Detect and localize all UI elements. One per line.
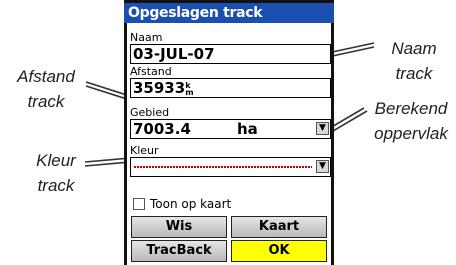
callout-line: track bbox=[395, 64, 433, 83]
area-unit: ha bbox=[237, 120, 258, 138]
color-dropdown-button[interactable]: ▼ bbox=[316, 160, 329, 173]
callout-line: Kleur bbox=[36, 151, 76, 170]
callout-name-track: Naam track bbox=[384, 36, 444, 86]
show-on-map-checkbox[interactable] bbox=[133, 198, 145, 210]
delete-button[interactable]: Wis bbox=[131, 216, 227, 238]
distance-label: Afstand bbox=[130, 65, 172, 78]
name-field[interactable]: 03-JUL-07 bbox=[130, 44, 331, 64]
name-value: 03-JUL-07 bbox=[133, 45, 215, 63]
area-value: 7003.4 bbox=[133, 120, 191, 138]
area-dropdown-button[interactable]: ▼ bbox=[316, 122, 329, 135]
callout-area-computed: Berekend oppervlak bbox=[368, 96, 454, 146]
chevron-down-icon: ▼ bbox=[319, 123, 326, 133]
color-line-swatch bbox=[134, 166, 312, 168]
area-label: Gebied bbox=[130, 106, 170, 119]
name-label: Naam bbox=[130, 31, 163, 44]
unit-bottom: m bbox=[185, 88, 194, 97]
callout-color-track: Kleur track bbox=[26, 148, 86, 198]
ok-button[interactable]: OK bbox=[231, 240, 327, 262]
gps-screen: Opgeslagen track Naam 03-JUL-07 Afstand … bbox=[124, 0, 334, 265]
color-select[interactable]: ▼ bbox=[130, 157, 331, 177]
window-title: Opgeslagen track bbox=[124, 3, 334, 23]
color-label: Kleur bbox=[130, 144, 159, 157]
distance-value: 35933 bbox=[133, 79, 186, 97]
callout-line: oppervlak bbox=[374, 124, 448, 143]
callout-line: Afstand bbox=[17, 67, 75, 86]
distance-field: 35933k m bbox=[130, 78, 331, 98]
leader-area bbox=[329, 107, 368, 132]
area-field[interactable]: 7003.4 ha ▼ bbox=[130, 119, 331, 139]
show-on-map-label: Toon op kaart bbox=[150, 197, 232, 211]
map-button[interactable]: Kaart bbox=[231, 216, 327, 238]
chevron-down-icon: ▼ bbox=[319, 161, 326, 171]
callout-distance-track: Afstand track bbox=[8, 64, 84, 114]
distance-unit: km bbox=[185, 82, 194, 97]
tracback-button[interactable]: TracBack bbox=[131, 240, 227, 262]
track-form: Naam 03-JUL-07 Afstand 35933k m Gebied 70… bbox=[127, 23, 331, 265]
callout-line: track bbox=[37, 176, 75, 195]
callout-line: Berekend bbox=[374, 99, 448, 118]
callout-line: track bbox=[27, 92, 65, 111]
callout-line: Naam bbox=[391, 39, 437, 58]
